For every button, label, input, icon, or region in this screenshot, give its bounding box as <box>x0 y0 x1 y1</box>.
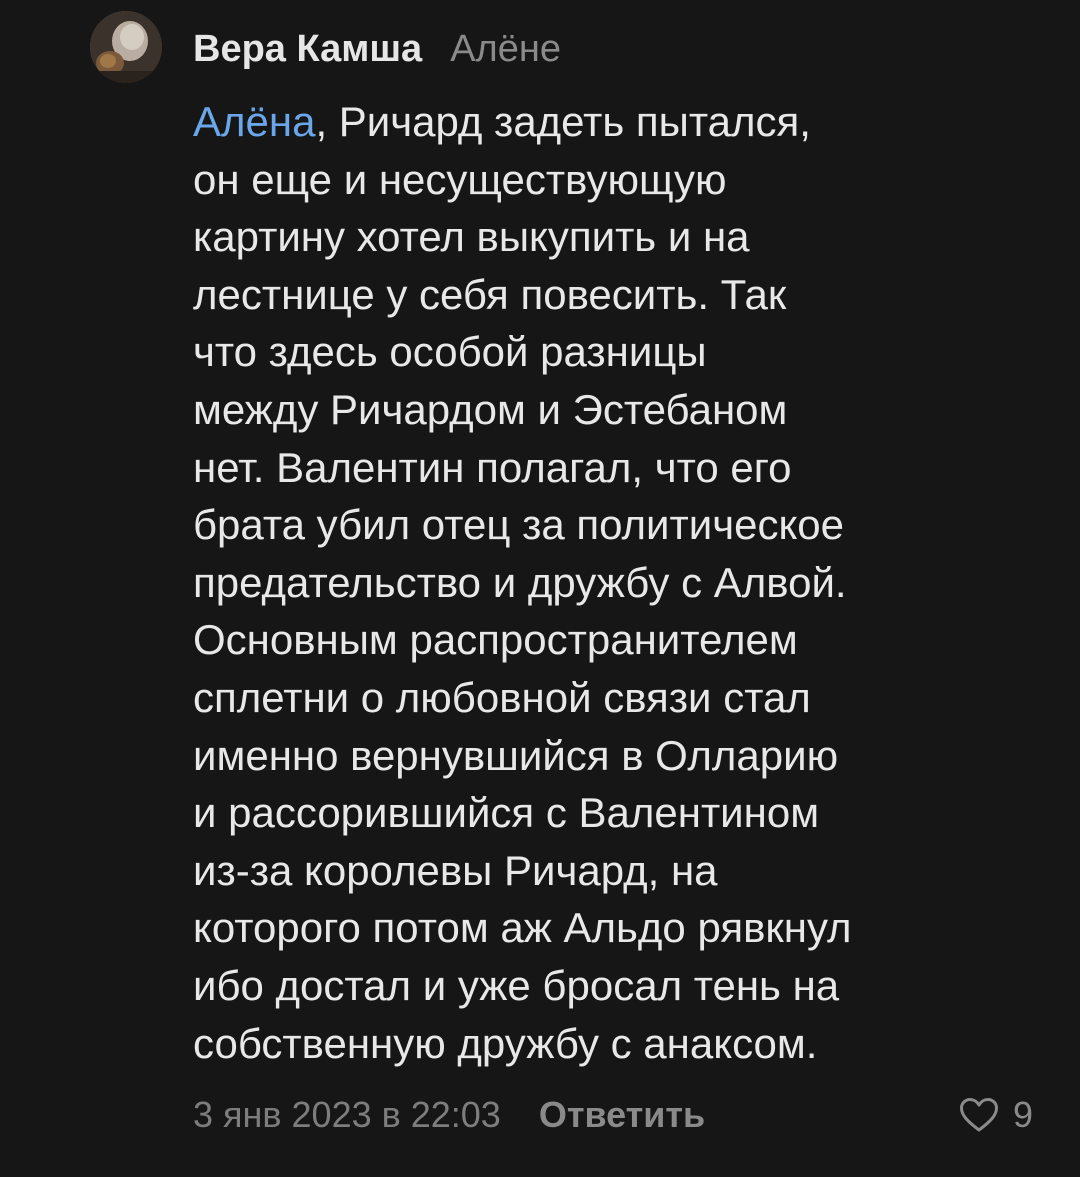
avatar[interactable] <box>90 11 162 83</box>
mention-link[interactable]: Алёна <box>193 98 315 145</box>
comment-line: именно вернувшийся в Олларию <box>193 731 839 779</box>
comment-line: и рассорившийся с Валентином <box>193 789 820 837</box>
comment-line: сплетни о любовной связи стал <box>193 673 811 721</box>
reply-button[interactable]: Ответить <box>539 1094 705 1136</box>
avatar-photo <box>90 11 162 83</box>
reply-to-name[interactable]: Алёне <box>450 28 561 71</box>
comment-line: нет. Валентин полагал, что его <box>193 443 792 491</box>
comment-line-text: , Ричард задеть пытался, <box>315 98 811 145</box>
author-name[interactable]: Вера Камша <box>193 28 422 71</box>
comment: Вера Камша Алёне Алёна, Ричард задеть пы… <box>0 0 1080 1177</box>
comment-line: из-за королевы Ричард, на <box>193 846 718 894</box>
like-count: 9 <box>1012 1094 1033 1135</box>
author-line: Вера Камша Алёне <box>193 24 561 74</box>
comment-line: Основным распространителем <box>193 616 798 664</box>
comment-line: Алёна, Ричард задеть пытался, <box>193 93 1053 151</box>
comment-line: картину хотел выкупить и на <box>193 213 750 261</box>
comment-line: он еще и несуществующую <box>193 155 727 203</box>
like-button[interactable]: 9 <box>959 1090 1033 1140</box>
comment-line: собственную дружбу с анаксом. <box>193 1019 818 1067</box>
comment-line: лестнице у себя повесить. Так <box>193 270 787 318</box>
comment-line: ибо достал и уже бросал тень на <box>193 961 840 1009</box>
comment-footer: 3 янв 2023 в 22:03 Ответить 9 <box>193 1090 1033 1140</box>
comment-line: что здесь особой разницы <box>193 328 707 376</box>
comment-line: которого потом аж Альдо рявкнул <box>193 904 852 952</box>
comment-line: между Ричардом и Эстебаном <box>193 385 788 433</box>
comment-text: Алёна, Ричард задеть пытался, он еще и н… <box>193 93 1053 1072</box>
heart-outline-icon <box>959 1098 998 1132</box>
comment-line: предательство и дружбу с Алвой. <box>193 558 847 606</box>
timestamp[interactable]: 3 янв 2023 в 22:03 <box>193 1094 501 1136</box>
comment-line: брата убил отец за политическое <box>193 501 845 549</box>
